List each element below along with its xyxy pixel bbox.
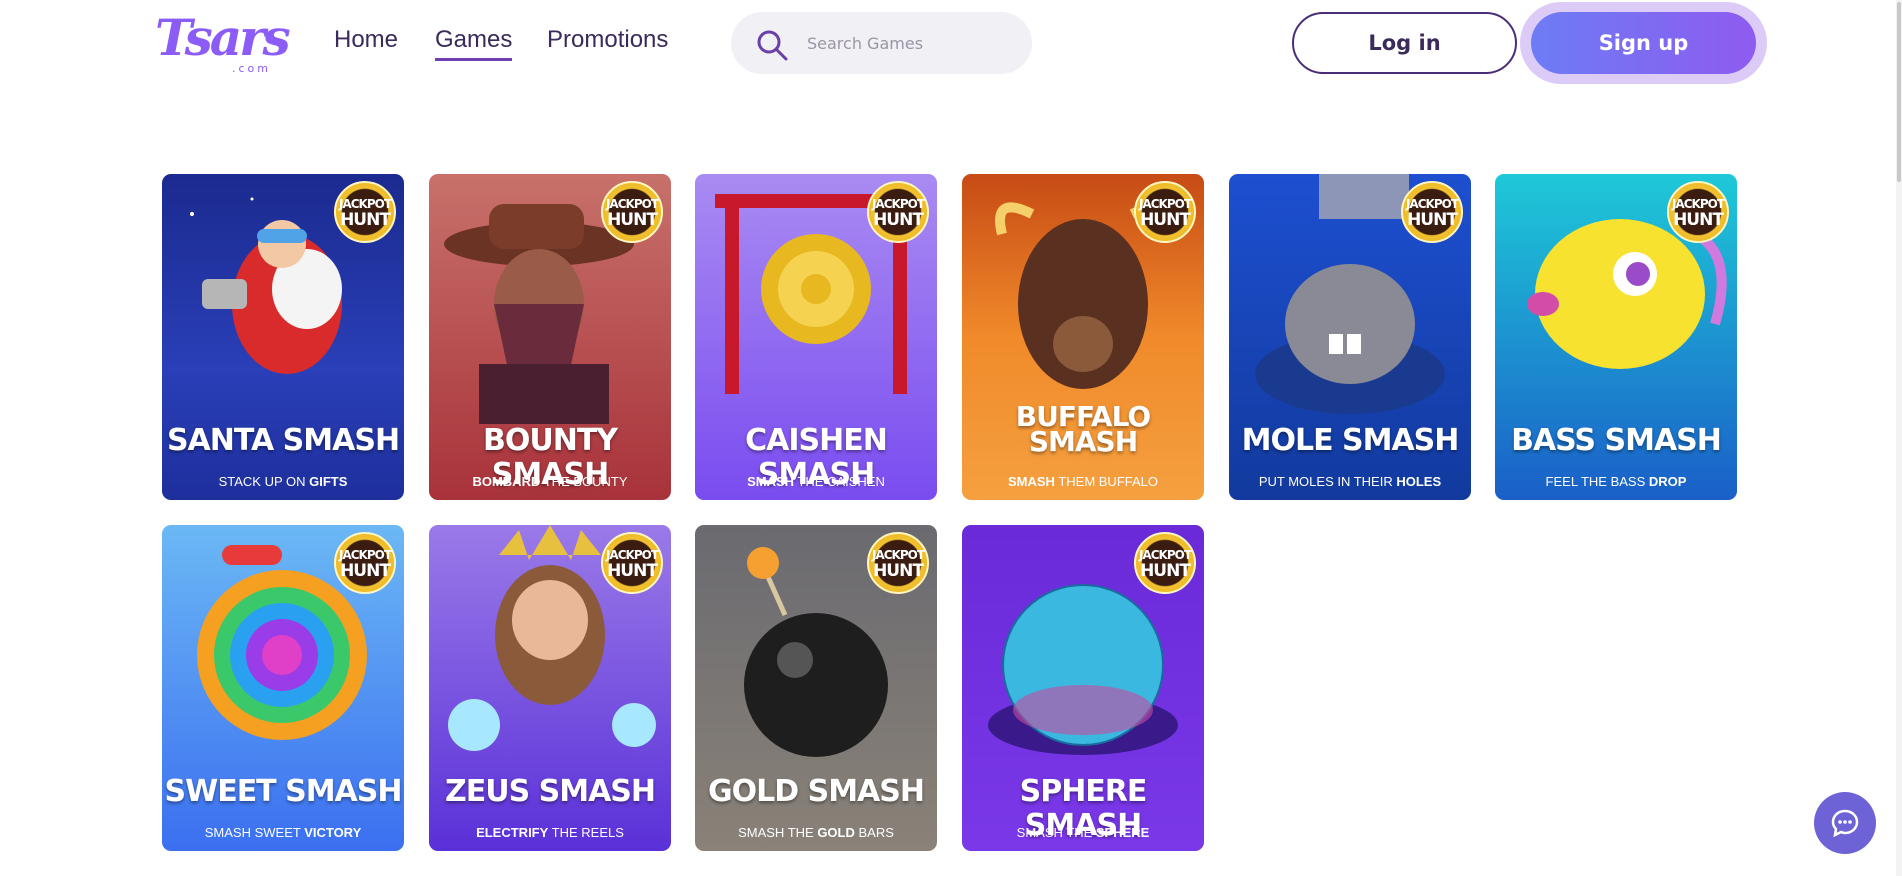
game-tagline: FEEL THE BASS DROP	[1545, 474, 1687, 489]
jackpot-hunt-badge: JACKPOT HUNT	[1401, 181, 1463, 243]
jackpot-hunt-badge: JACKPOT HUNT	[334, 181, 396, 243]
nav-games[interactable]: Games	[435, 26, 513, 61]
jackpot-hunt-badge: JACKPOT HUNT	[1667, 181, 1729, 243]
search-bar[interactable]	[731, 12, 1032, 74]
chat-support-button[interactable]	[1814, 792, 1876, 854]
jackpot-hunt-badge: JACKPOT HUNT	[867, 532, 929, 594]
signup-button[interactable]: Sign up	[1531, 12, 1756, 74]
game-title: GOLD SMASH	[708, 774, 925, 809]
jackpot-hunt-badge: JACKPOT HUNT	[334, 532, 396, 594]
game-tagline: SMASH THEM BUFFALO	[1007, 474, 1158, 489]
game-title: ZEUS SMASH	[444, 774, 656, 809]
game-tagline: SMASH THE CAISHEN	[747, 474, 885, 489]
search-icon	[757, 30, 788, 61]
game-card-santa-smash[interactable]: SANTA SMASH STACK UP ON GIFTS JACKPOT HUN…	[162, 174, 404, 500]
game-title: SANTA SMASH	[166, 423, 400, 458]
game-title: BASS SMASH	[1511, 423, 1722, 458]
jackpot-hunt-badge: JACKPOT HUNT	[601, 532, 663, 594]
game-tagline: SMASH THE GOLD BARS	[738, 825, 894, 840]
game-tagline: BOMBARD THE BOUNTY	[472, 474, 628, 489]
game-card-gold-smash[interactable]: GOLD SMASH SMASH THE GOLD BARS JACKPOT HU…	[695, 525, 937, 851]
search-input[interactable]	[807, 31, 1007, 55]
logo-domain: .com	[232, 62, 271, 75]
jackpot-hunt-badge: JACKPOT HUNT	[867, 181, 929, 243]
login-button[interactable]: Log in	[1292, 12, 1517, 74]
game-title: MOLE SMASH	[1241, 423, 1460, 458]
game-tagline: ELECTRIFY THE REELS	[476, 825, 624, 840]
game-tagline: PUT MOLES IN THEIR HOLES	[1258, 474, 1442, 489]
jackpot-hunt-badge: JACKPOT HUNT	[1134, 181, 1196, 243]
game-card-sphere-smash[interactable]: SPHERE SMASH SMASH THE SPHERE JACKPOT HUN…	[962, 525, 1204, 851]
game-tagline: STACK UP ON GIFTS	[218, 474, 348, 489]
jackpot-hunt-badge: JACKPOT HUNT	[1134, 532, 1196, 594]
game-tagline: SMASH SWEET VICTORY	[204, 825, 362, 840]
game-card-buffalo-smash[interactable]: BUFFALO SMASH SMASH THEM BUFFALO JACKPOT…	[962, 174, 1204, 500]
jackpot-hunt-badge: JACKPOT HUNT	[601, 181, 663, 243]
game-card-mole-smash[interactable]: MOLE SMASH PUT MOLES IN THEIR HOLES JACK…	[1229, 174, 1471, 500]
game-card-zeus-smash[interactable]: ZEUS SMASH ELECTRIFY THE REELS JACKPOT HU…	[429, 525, 671, 851]
game-title: SWEET SMASH	[164, 774, 403, 809]
chat-bubble-icon	[1831, 809, 1859, 838]
game-card-sweet-smash[interactable]: SWEET SMASH SMASH SWEET VICTORY JACKPOT H…	[162, 525, 404, 851]
logo-wordmark: Tsars	[155, 8, 291, 67]
game-card-caishen-smash[interactable]: CAISHEN SMASH SMASH THE CAISHEN JACKPOT H…	[695, 174, 937, 500]
page-scrollbar-thumb[interactable]	[1897, 2, 1901, 182]
nav-promotions[interactable]: Promotions	[547, 26, 668, 54]
site-header: Tsars .com Home Games Promotions Log in …	[0, 0, 1902, 90]
game-title: BUFFALO SMASH	[1015, 400, 1151, 458]
game-card-bass-smash[interactable]: BASS SMASH FEEL THE BASS DROP JACKPOT HUN…	[1495, 174, 1737, 500]
nav-home[interactable]: Home	[334, 26, 398, 54]
site-logo[interactable]: Tsars .com	[155, 8, 291, 80]
game-tagline: SMASH THE SPHERE	[1016, 825, 1150, 840]
game-card-bounty-smash[interactable]: BOUNTY SMASH BOMBARD THE BOUNTY JACKPOT H…	[429, 174, 671, 500]
